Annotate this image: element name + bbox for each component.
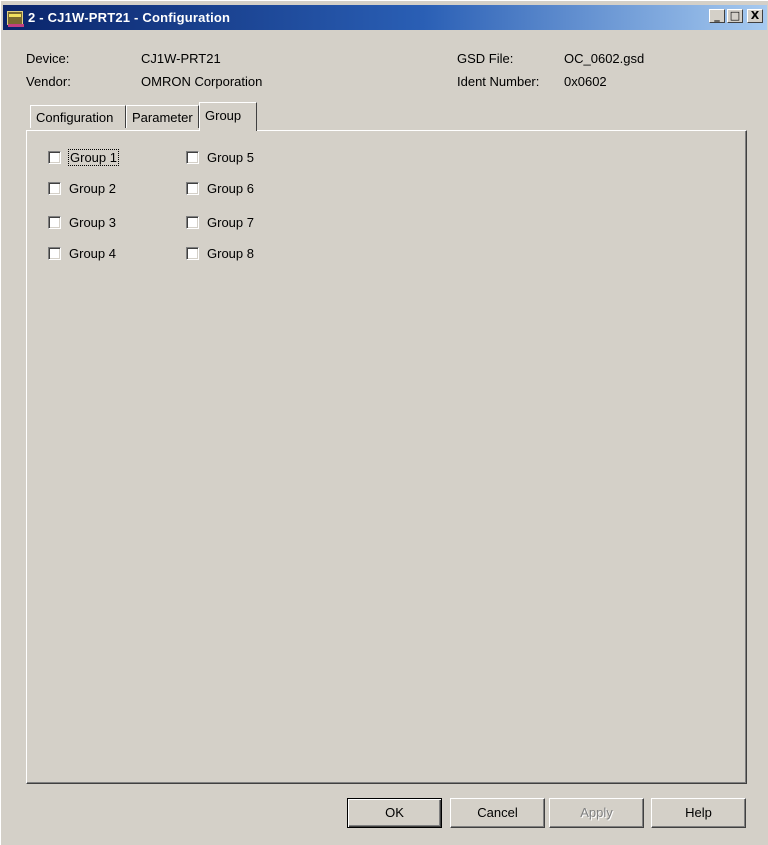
window-controls: _ □ X [709,9,763,23]
gsd-file-value: OC_0602.gsd [564,51,645,66]
minimize-button[interactable]: _ [709,9,725,23]
tab-parameter[interactable]: Parameter [126,105,199,128]
group-6-label[interactable]: Group 6 [207,181,254,196]
group-4-checkbox-row[interactable]: Group 4 [48,246,116,261]
vendor-value: OMRON Corporation [141,74,263,89]
group-8-checkbox[interactable] [186,247,199,260]
help-button[interactable]: Help [651,798,746,828]
group-8-label[interactable]: Group 8 [207,246,254,261]
title-bar[interactable]: 2 - CJ1W-PRT21 - Configuration _ □ X [3,5,767,30]
device-value: CJ1W-PRT21 [141,51,221,66]
group-7-label[interactable]: Group 7 [207,215,254,230]
group-4-checkbox[interactable] [48,247,61,260]
group-5-checkbox[interactable] [186,151,199,164]
group-1-checkbox-row[interactable]: Group 1 [48,149,119,166]
group-3-checkbox[interactable] [48,216,61,229]
vendor-label: Vendor: [26,74,71,89]
group-1-checkbox[interactable] [48,151,61,164]
group-2-label[interactable]: Group 2 [69,181,116,196]
group-6-checkbox-row[interactable]: Group 6 [186,181,254,196]
ident-number-label: Ident Number: [457,74,540,89]
apply-button: Apply [549,798,644,828]
tab-group[interactable]: Group [199,102,257,131]
maximize-button[interactable]: □ [727,9,743,23]
gsd-file-label: GSD File: [457,51,514,66]
ident-number-value: 0x0602 [564,74,607,89]
window-title: 2 - CJ1W-PRT21 - Configuration [28,10,231,25]
group-1-label[interactable]: Group 1 [68,149,119,166]
cancel-button[interactable]: Cancel [450,798,545,828]
close-button[interactable]: X [747,9,763,23]
tab-configuration[interactable]: Configuration [30,105,126,128]
group-2-checkbox[interactable] [48,182,61,195]
device-label: Device: [26,51,70,66]
group-5-label[interactable]: Group 5 [207,150,254,165]
group-3-label[interactable]: Group 3 [69,215,116,230]
group-2-checkbox-row[interactable]: Group 2 [48,181,116,196]
group-7-checkbox[interactable] [186,216,199,229]
app-icon[interactable] [7,10,24,27]
group-5-checkbox-row[interactable]: Group 5 [186,150,254,165]
group-8-checkbox-row[interactable]: Group 8 [186,246,254,261]
group-3-checkbox-row[interactable]: Group 3 [48,215,116,230]
configuration-window: 2 - CJ1W-PRT21 - Configuration _ □ X Dev… [0,0,768,845]
group-7-checkbox-row[interactable]: Group 7 [186,215,254,230]
group-4-label[interactable]: Group 4 [69,246,116,261]
group-tab-panel: Group 1 Group 2 Group 3 Group 4 Group 5 … [26,130,747,784]
group-6-checkbox[interactable] [186,182,199,195]
ok-button[interactable]: OK [347,798,442,828]
